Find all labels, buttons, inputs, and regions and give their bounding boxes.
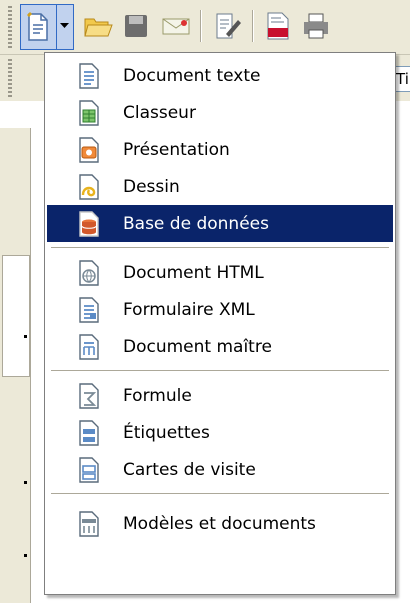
toolbar-separator	[200, 10, 202, 42]
menu-item-label: Classeur	[123, 102, 196, 123]
writer-document-icon	[79, 62, 99, 89]
draw-drawing-icon	[79, 173, 99, 200]
menu-separator	[51, 493, 389, 495]
page-margin	[2, 255, 30, 377]
menu-item-etiquettes[interactable]: Étiquettes	[47, 414, 393, 451]
menu-item-label: Dessin	[123, 176, 180, 197]
xml-form-icon	[79, 296, 99, 323]
menu-item-formule[interactable]: Formule	[47, 377, 393, 414]
menu-item-document-texte[interactable]: Document texte	[47, 57, 393, 94]
menu-item-label: Étiquettes	[123, 422, 210, 443]
math-formula-icon	[79, 382, 99, 409]
menu-item-label: Base de données	[123, 213, 269, 234]
master-document-icon	[79, 333, 99, 360]
new-document-menu: Document texte Classeur Présentation Des…	[44, 52, 396, 595]
menu-item-dessin[interactable]: Dessin	[47, 168, 393, 205]
menu-item-label: Document texte	[123, 65, 261, 86]
menu-item-label: Formulaire XML	[123, 299, 255, 320]
edit-file-icon[interactable]	[212, 10, 244, 42]
menu-item-formulaire-xml[interactable]: Formulaire XML	[47, 291, 393, 328]
calc-spreadsheet-icon	[79, 99, 99, 126]
menu-item-classeur[interactable]: Classeur	[47, 94, 393, 131]
impress-presentation-icon	[79, 136, 99, 163]
new-document-dropdown[interactable]	[56, 5, 73, 49]
new-document-icon	[27, 12, 48, 41]
menu-item-document-html[interactable]: Document HTML	[47, 254, 393, 291]
menu-item-label: Formule	[123, 385, 192, 406]
print-icon[interactable]	[300, 10, 332, 42]
menu-item-modeles-et-documents[interactable]: Modèles et documents	[47, 505, 393, 542]
menu-item-label: Modèles et documents	[123, 513, 316, 534]
menu-item-label: Cartes de visite	[123, 459, 256, 480]
open-folder-icon[interactable]	[82, 10, 114, 42]
save-icon[interactable]	[120, 10, 152, 42]
menu-item-presentation[interactable]: Présentation	[47, 131, 393, 168]
toolbar-separator	[252, 10, 254, 42]
business-cards-icon	[79, 456, 99, 483]
menu-separator	[51, 370, 389, 372]
menu-item-base-de-donnees[interactable]: Base de données	[47, 205, 393, 242]
standard-toolbar	[0, 0, 410, 55]
menu-item-cartes-de-visite[interactable]: Cartes de visite	[47, 451, 393, 488]
labels-icon	[79, 419, 99, 446]
html-document-icon	[79, 259, 99, 286]
menu-item-label: Présentation	[123, 139, 230, 160]
ruler-tick	[24, 554, 27, 557]
new-document-button[interactable]	[20, 4, 74, 50]
menu-item-document-maitre[interactable]: Document maître	[47, 328, 393, 365]
menu-item-label: Document HTML	[123, 262, 264, 283]
menu-separator	[51, 247, 389, 249]
ruler-tick	[24, 481, 27, 484]
export-pdf-icon[interactable]	[262, 10, 294, 42]
ruler-tick	[24, 335, 27, 338]
menu-item-label: Document maître	[123, 336, 272, 357]
email-icon[interactable]	[160, 10, 192, 42]
toolbar-grip[interactable]	[8, 59, 12, 97]
dropdown-arrow-icon	[60, 23, 69, 28]
base-database-icon	[79, 210, 99, 237]
toolbar-grip[interactable]	[8, 6, 12, 48]
templates-icon	[79, 510, 99, 537]
